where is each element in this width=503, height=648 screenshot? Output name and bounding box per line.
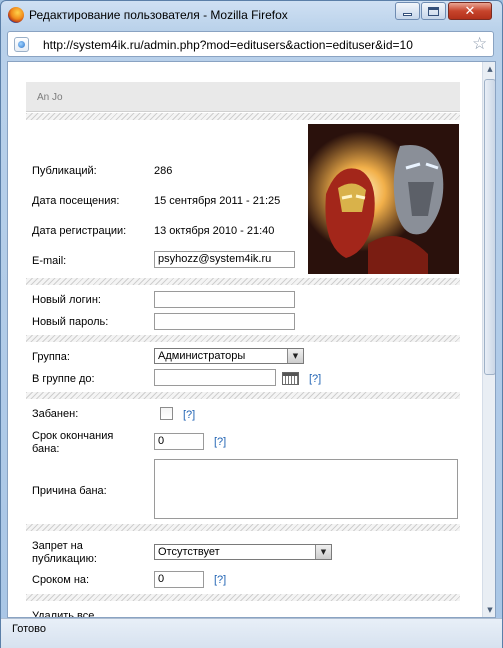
ban-end-input[interactable]: 0 — [154, 433, 204, 450]
section-divider — [26, 524, 460, 531]
ban-end-label-line1: Срок окончания — [32, 430, 114, 442]
chevron-down-icon[interactable]: ▼ — [287, 349, 303, 363]
new-password-input[interactable] — [154, 313, 295, 330]
email-field[interactable]: psyhozz@system4ik.ru — [154, 251, 295, 268]
banned-label: Забанен: — [32, 408, 79, 420]
section-divider — [26, 278, 460, 285]
publish-ban-label-line1: Запрет на — [32, 540, 83, 552]
new-password-label: Новый пароль: — [32, 316, 109, 328]
registered-value: 13 октября 2010 - 21:40 — [154, 225, 275, 237]
avatar-image — [308, 124, 459, 274]
ban-reason-label: Причина бана: — [32, 485, 107, 497]
publications-value: 286 — [154, 165, 173, 177]
calendar-icon[interactable] — [282, 372, 299, 385]
minimize-icon — [403, 12, 412, 16]
publish-ban-select[interactable]: Отсутствует ▼ — [154, 544, 332, 560]
browser-window: Редактирование пользователя - Mozilla Fi… — [0, 0, 503, 648]
scroll-up-icon[interactable]: ▲ — [483, 62, 495, 76]
new-login-label: Новый логин: — [32, 294, 101, 306]
group-select[interactable]: Администраторы ▼ — [154, 348, 304, 364]
scrollbar-thumb[interactable] — [484, 79, 495, 375]
star-icon[interactable]: ☆ — [472, 34, 487, 54]
group-until-label: В группе до: — [32, 373, 95, 385]
window-title: Редактирование пользователя - Mozilla Fi… — [29, 8, 288, 22]
email-label: E-mail: — [32, 255, 67, 267]
section-divider — [26, 392, 460, 399]
group-until-help-link[interactable]: [?] — [309, 373, 321, 385]
globe-icon[interactable] — [14, 37, 29, 52]
publish-ban-term-help-link[interactable]: [?] — [214, 574, 226, 586]
section-divider — [26, 335, 460, 342]
group-label: Группа: — [32, 351, 70, 363]
chevron-down-icon[interactable]: ▼ — [315, 545, 331, 559]
firefox-icon — [8, 7, 24, 23]
new-login-input[interactable] — [154, 291, 295, 308]
close-icon: ✕ — [464, 3, 476, 19]
scroll-down-icon[interactable]: ▼ — [483, 603, 495, 617]
publish-ban-label-line2: публикацию: — [32, 553, 97, 565]
ban-end-help-link[interactable]: [?] — [214, 436, 226, 448]
publish-ban-term-label: Сроком на: — [32, 574, 90, 586]
banned-help-link[interactable]: [?] — [183, 409, 195, 421]
url-text[interactable]: http://system4ik.ru/admin.php?mod=editus… — [43, 38, 413, 52]
vertical-scrollbar[interactable]: ▲ ▼ — [482, 62, 495, 617]
group-selected: Администраторы — [158, 350, 246, 362]
delete-all-label: Удалить все — [32, 610, 95, 618]
section-divider — [26, 113, 460, 120]
publish-ban-selected: Отсутствует — [158, 546, 220, 558]
status-bar: Готово — [1, 618, 502, 648]
close-button[interactable]: ✕ — [448, 2, 492, 20]
registered-label: Дата регистрации: — [32, 225, 127, 237]
ban-end-label-line2: бана: — [32, 443, 60, 455]
banned-checkbox[interactable] — [160, 407, 173, 420]
maximize-icon — [428, 6, 439, 16]
page-viewport: An Jo Публикаций: 286 Дата посещения: 15… — [7, 61, 496, 618]
last-visit-value: 15 сентября 2011 - 21:25 — [154, 195, 281, 207]
maximize-button[interactable] — [421, 2, 446, 20]
section-divider — [26, 594, 460, 601]
publications-label: Публикаций: — [32, 165, 97, 177]
avatar — [308, 124, 459, 274]
status-text: Готово — [12, 623, 46, 635]
username-header: An Jo — [26, 82, 460, 112]
publish-ban-term-input[interactable]: 0 — [154, 571, 204, 588]
address-bar[interactable]: http://system4ik.ru/admin.php?mod=editus… — [7, 31, 494, 57]
edit-user-form: An Jo Публикаций: 286 Дата посещения: 15… — [8, 62, 482, 618]
minimize-button[interactable] — [395, 2, 420, 20]
ban-reason-textarea[interactable] — [154, 459, 458, 519]
title-bar[interactable]: Редактирование пользователя - Mozilla Fi… — [1, 1, 502, 29]
group-until-input[interactable] — [154, 369, 276, 386]
last-visit-label: Дата посещения: — [32, 195, 120, 207]
